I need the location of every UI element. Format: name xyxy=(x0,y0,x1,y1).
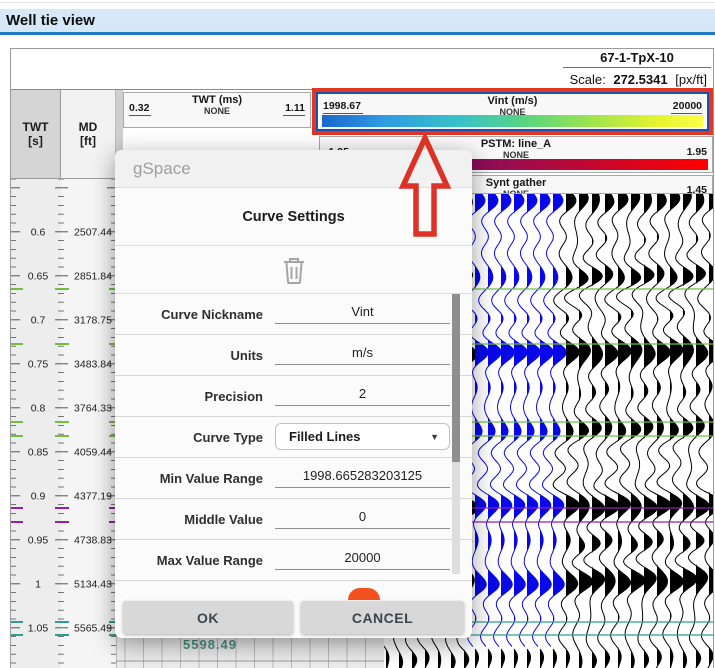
vint-colorbar xyxy=(322,115,703,127)
vint-max: 20000 xyxy=(670,100,702,114)
svg-text:3483.84: 3483.84 xyxy=(74,359,112,371)
max-value-range-row: Max Value Range 20000 xyxy=(115,540,472,581)
twt-column-unit: [s] xyxy=(28,134,43,148)
precision-row: Precision 2 xyxy=(115,376,472,417)
md-column-unit: [ft] xyxy=(80,134,96,148)
page-header: Well tie view xyxy=(0,9,715,35)
trash-row xyxy=(115,246,472,294)
svg-text:0.65: 0.65 xyxy=(28,271,49,283)
pstm-title: PSTM: line_A xyxy=(480,138,552,150)
hidden-toggle-peek xyxy=(348,588,380,600)
svg-text:0.85: 0.85 xyxy=(28,447,49,459)
scale-unit: [px/ft] xyxy=(675,72,707,87)
vint-min: 1998.67 xyxy=(323,100,363,114)
well-tie-view-window: Well tie view 67-1-TpX-10 Scale: 272.534… xyxy=(0,0,715,668)
scale-label: Scale: xyxy=(569,72,606,87)
precision-input[interactable]: 2 xyxy=(275,386,450,406)
curve-type-row: Curve Type Filled Lines ▼ xyxy=(115,417,472,458)
synt-max: 1.45 xyxy=(685,184,707,193)
curve-nickname-input[interactable]: Vint xyxy=(275,304,450,324)
svg-text:4059.44: 4059.44 xyxy=(74,447,112,459)
max-value-range-label: Max Value Range xyxy=(156,552,263,568)
svg-text:0.6: 0.6 xyxy=(31,227,46,239)
twt-ms-title: TWT (ms) xyxy=(191,94,243,106)
cancel-button[interactable]: CANCEL xyxy=(301,601,464,634)
middle-value-label: Middle Value xyxy=(184,511,263,527)
md-column-title: MD xyxy=(78,120,98,134)
units-row: Units m/s xyxy=(115,335,472,376)
middle-value-row: Middle Value 0 xyxy=(115,499,472,540)
curve-header-twt-ms[interactable]: TWT (ms) NONE 0.32 1.11 xyxy=(123,92,311,128)
dialog-scrollbar[interactable] xyxy=(452,294,460,574)
depth-ruler: 0.6 2507.44 0.65 2851.84 0.7 3178.75 0.75 3483.… xyxy=(11,179,123,668)
svg-text:0.9: 0.9 xyxy=(31,491,46,503)
max-value-range-input[interactable]: 20000 xyxy=(275,550,450,570)
curve-nickname-row: Curve Nickname Vint xyxy=(115,294,472,335)
curve-type-label: Curve Type xyxy=(193,429,263,445)
svg-text:0.95: 0.95 xyxy=(28,535,49,547)
curve-header-vint-highlight[interactable]: Vint (m/s) NONE 1998.67 20000 xyxy=(312,88,713,135)
pstm-max: 1.95 xyxy=(684,146,707,160)
chevron-down-icon: ▼ xyxy=(430,431,439,442)
well-name: 67-1-TpX-10 xyxy=(563,50,711,68)
dialog-fields: Curve Nickname Vint Units m/s Precision 2 Curv… xyxy=(115,294,472,581)
curve-type-value: Filled Lines xyxy=(289,429,361,444)
twt-ms-min: 0.32 xyxy=(129,102,152,116)
svg-text:4738.83: 4738.83 xyxy=(74,535,112,547)
top-divider xyxy=(0,2,715,3)
min-value-range-input[interactable]: 1998.665283203125 xyxy=(275,468,450,488)
ok-button[interactable]: OK xyxy=(123,601,293,634)
svg-text:5134.43: 5134.43 xyxy=(74,579,112,591)
vint-title: Vint (m/s) xyxy=(487,95,538,107)
min-value-range-label: Min Value Range xyxy=(159,470,263,486)
twt-column-header: TWT [s] xyxy=(11,90,61,179)
svg-text:1: 1 xyxy=(35,579,41,591)
scale-row: Scale: 272.5341 [px/ft] xyxy=(570,72,707,87)
units-input[interactable]: m/s xyxy=(275,345,450,365)
svg-text:0.7: 0.7 xyxy=(31,315,46,327)
units-label: Units xyxy=(230,347,264,363)
middle-value-input[interactable]: 0 xyxy=(275,509,450,529)
md-column-header: MD [ft] xyxy=(61,90,116,179)
curve-nickname-label: Curve Nickname xyxy=(161,306,263,322)
svg-text:2851.84: 2851.84 xyxy=(74,271,112,283)
scale-value: 272.5341 xyxy=(613,72,668,87)
trash-icon xyxy=(283,257,304,284)
precision-label: Precision xyxy=(204,388,263,404)
min-value-range-row: Min Value Range 1998.665283203125 xyxy=(115,458,472,499)
twt-ms-max: 1.11 xyxy=(283,102,305,116)
svg-text:0.75: 0.75 xyxy=(28,359,49,371)
svg-text:4377.19: 4377.19 xyxy=(74,491,112,503)
svg-text:0.8: 0.8 xyxy=(31,403,46,415)
twt-column-title: TWT xyxy=(22,120,49,134)
scrollbar-thumb[interactable] xyxy=(452,294,460,462)
curve-header-vint[interactable]: Vint (m/s) NONE 1998.67 20000 xyxy=(316,92,709,131)
svg-text:5565.49: 5565.49 xyxy=(74,623,112,635)
svg-text:2507.44: 2507.44 xyxy=(74,227,112,239)
page-title: Well tie view xyxy=(6,12,95,29)
red-callout-arrow xyxy=(398,131,452,237)
delete-curve-button[interactable] xyxy=(281,255,307,285)
twt-ms-mode: NONE xyxy=(203,106,230,116)
curve-type-dropdown[interactable]: Filled Lines ▼ xyxy=(275,423,450,450)
svg-text:3764.33: 3764.33 xyxy=(74,403,112,415)
svg-text:1.05: 1.05 xyxy=(28,623,49,635)
svg-text:3178.75: 3178.75 xyxy=(74,315,112,327)
md-annotation: 5598.49 xyxy=(183,637,237,652)
